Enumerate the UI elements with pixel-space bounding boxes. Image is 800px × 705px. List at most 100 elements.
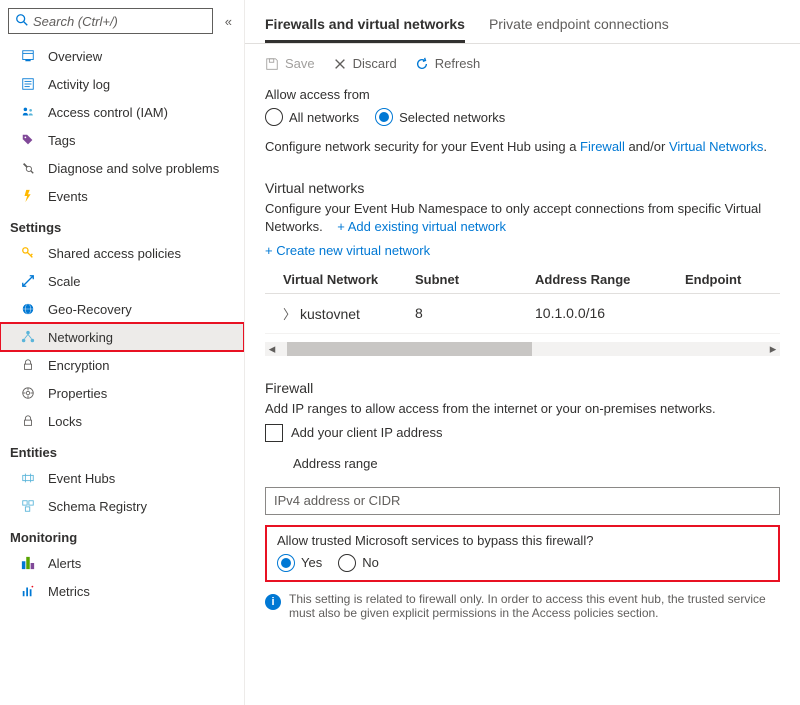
access-control-icon	[18, 104, 38, 120]
sidebar-item-encryption[interactable]: Encryption	[0, 351, 244, 379]
refresh-button[interactable]: Refresh	[415, 56, 481, 71]
sidebar-item-tags[interactable]: Tags	[0, 126, 244, 154]
sidebar-item-geo-recovery[interactable]: Geo-Recovery	[0, 295, 244, 323]
vnets-description: Configure your Event Hub Namespace to on…	[265, 200, 780, 236]
table-header: Virtual Network Subnet Address Range End…	[265, 266, 780, 294]
create-new-vnet-link[interactable]: + Create new virtual network	[265, 243, 430, 258]
sidebar-item-access-control[interactable]: Access control (IAM)	[0, 98, 244, 126]
tab-firewalls[interactable]: Firewalls and virtual networks	[265, 10, 465, 43]
expand-row-icon[interactable]: 〉	[283, 307, 296, 322]
firewall-description: Add IP ranges to allow access from the i…	[265, 400, 780, 418]
globe-icon	[18, 301, 38, 317]
search-box[interactable]	[8, 8, 213, 34]
vnets-table: Virtual Network Subnet Address Range End…	[265, 266, 780, 334]
lock-icon	[18, 357, 38, 373]
table-row[interactable]: 〉kustovnet 8 10.1.0.0/16	[265, 294, 780, 334]
address-range-label: Address range	[265, 442, 780, 475]
sidebar-section-monitoring: Monitoring	[0, 520, 244, 549]
toolbar: Save Discard Refresh	[245, 44, 800, 83]
event-hubs-icon	[18, 470, 38, 486]
sidebar-item-networking[interactable]: Networking	[0, 323, 244, 351]
sidebar-item-label: Geo-Recovery	[48, 302, 132, 317]
save-button[interactable]: Save	[265, 56, 315, 71]
sidebar-item-alerts[interactable]: Alerts	[0, 549, 244, 577]
radio-all-networks[interactable]: All networks	[265, 108, 359, 126]
sidebar-section-entities: Entities	[0, 435, 244, 464]
sidebar-item-overview[interactable]: Overview	[0, 42, 244, 70]
sidebar-item-schema-registry[interactable]: Schema Registry	[0, 492, 244, 520]
sidebar-item-scale[interactable]: Scale	[0, 267, 244, 295]
activity-log-icon	[18, 76, 38, 92]
radio-selected-networks[interactable]: Selected networks	[375, 108, 505, 126]
radio-icon	[277, 554, 295, 572]
sidebar-item-label: Metrics	[48, 584, 90, 599]
sidebar-section-settings: Settings	[0, 210, 244, 239]
overview-icon	[18, 48, 38, 64]
main-content: Firewalls and virtual networks Private e…	[245, 0, 800, 705]
schema-icon	[18, 498, 38, 514]
radio-trusted-no[interactable]: No	[338, 554, 379, 572]
lock-icon	[18, 413, 38, 429]
sidebar-item-label: Schema Registry	[48, 499, 147, 514]
search-input[interactable]	[33, 14, 206, 29]
sidebar-item-label: Tags	[48, 133, 75, 148]
info-icon: i	[265, 594, 281, 610]
firewall-link[interactable]: Firewall	[580, 139, 625, 154]
search-icon	[15, 13, 29, 30]
discard-icon	[333, 57, 347, 71]
sidebar-item-label: Activity log	[48, 77, 110, 92]
scroll-left-icon[interactable]: ◂	[265, 342, 279, 356]
add-client-ip-label: Add your client IP address	[291, 425, 443, 440]
sidebar-item-label: Events	[48, 189, 88, 204]
scale-icon	[18, 273, 38, 289]
configure-text: Configure network security for your Even…	[265, 138, 780, 156]
trusted-question: Allow trusted Microsoft services to bypa…	[277, 533, 768, 548]
sidebar-item-metrics[interactable]: Metrics	[0, 577, 244, 605]
horizontal-scrollbar[interactable]: ◂ ▸	[265, 342, 780, 356]
sidebar-item-label: Shared access policies	[48, 246, 181, 261]
scroll-right-icon[interactable]: ▸	[766, 342, 780, 356]
sidebar-item-properties[interactable]: Properties	[0, 379, 244, 407]
sidebar-item-diagnose[interactable]: Diagnose and solve problems	[0, 154, 244, 182]
tab-private-endpoint[interactable]: Private endpoint connections	[489, 10, 669, 43]
sidebar-item-label: Networking	[48, 330, 113, 345]
discard-button[interactable]: Discard	[333, 56, 397, 71]
refresh-icon	[415, 57, 429, 71]
sidebar-item-events[interactable]: Events	[0, 182, 244, 210]
sidebar-item-event-hubs[interactable]: Event Hubs	[0, 464, 244, 492]
properties-icon	[18, 385, 38, 401]
trusted-services-box: Allow trusted Microsoft services to bypa…	[265, 525, 780, 582]
tabs: Firewalls and virtual networks Private e…	[245, 4, 800, 44]
key-icon	[18, 245, 38, 261]
metrics-icon	[18, 583, 38, 599]
networking-icon	[18, 329, 38, 345]
sidebar-item-label: Scale	[48, 274, 81, 289]
radio-trusted-yes[interactable]: Yes	[277, 554, 322, 572]
sidebar-item-locks[interactable]: Locks	[0, 407, 244, 435]
address-range-input[interactable]	[274, 493, 771, 508]
tags-icon	[18, 132, 38, 148]
info-note: i This setting is related to firewall on…	[245, 590, 800, 620]
sidebar-item-label: Locks	[48, 414, 82, 429]
sidebar-item-label: Alerts	[48, 556, 81, 571]
sidebar-item-activity-log[interactable]: Activity log	[0, 70, 244, 98]
save-icon	[265, 57, 279, 71]
radio-icon	[375, 108, 393, 126]
vnets-heading: Virtual networks	[265, 180, 780, 196]
sidebar-item-label: Properties	[48, 386, 107, 401]
sidebar-item-label: Event Hubs	[48, 471, 115, 486]
address-range-input-wrapper[interactable]	[265, 487, 780, 515]
access-from-label: Allow access from	[265, 87, 780, 102]
diagnose-icon	[18, 160, 38, 176]
radio-icon	[265, 108, 283, 126]
virtual-networks-link[interactable]: Virtual Networks	[669, 139, 763, 154]
sidebar-item-label: Encryption	[48, 358, 109, 373]
radio-icon	[338, 554, 356, 572]
collapse-sidebar-button[interactable]: «	[221, 12, 236, 31]
events-icon	[18, 188, 38, 204]
scrollbar-thumb[interactable]	[287, 342, 532, 356]
add-client-ip-checkbox[interactable]	[265, 424, 283, 442]
add-existing-vnet-link[interactable]: + Add existing virtual network	[337, 219, 506, 234]
sidebar-item-shared-access[interactable]: Shared access policies	[0, 239, 244, 267]
sidebar-item-label: Overview	[48, 49, 102, 64]
